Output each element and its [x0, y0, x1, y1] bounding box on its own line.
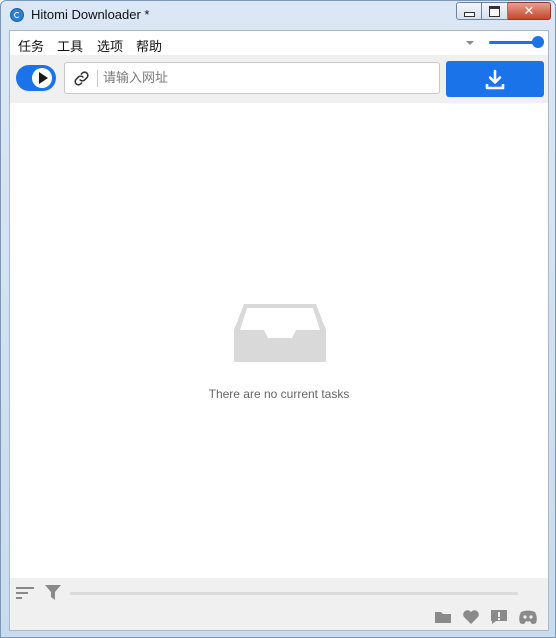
maximize-button[interactable]	[482, 2, 508, 20]
window-controls: ✕	[456, 2, 551, 20]
menu-options[interactable]: 选项	[97, 36, 123, 55]
play-toggle-button[interactable]	[16, 65, 56, 91]
discord-icon[interactable]	[518, 609, 538, 625]
url-field[interactable]	[64, 62, 440, 94]
status-bar	[10, 578, 548, 630]
client-area: 任务 工具 选项 帮助 请输入网址 There are no current t…	[9, 30, 549, 631]
menu-tools[interactable]: 工具	[57, 36, 83, 55]
filter-icon[interactable]	[45, 585, 61, 600]
close-icon: ✕	[523, 3, 535, 19]
sort-icon[interactable]	[16, 586, 34, 600]
minimize-icon	[463, 11, 475, 17]
window-title: Hitomi Downloader *	[31, 7, 150, 22]
minimize-button[interactable]	[456, 2, 482, 20]
volume-slider-handle[interactable]	[532, 36, 544, 48]
chevron-down-icon[interactable]	[466, 41, 474, 45]
inbox-tray-icon	[234, 304, 326, 362]
url-separator	[97, 70, 98, 87]
menu-tasks[interactable]: 任务	[18, 36, 44, 55]
download-button[interactable]	[446, 61, 544, 97]
folder-icon[interactable]	[434, 609, 452, 625]
play-icon	[39, 72, 48, 84]
heart-icon[interactable]	[462, 609, 480, 625]
url-input[interactable]	[103, 67, 423, 89]
app-window: Hitomi Downloader * ✕ 任务 工具 选项 帮助 请输入网址 …	[0, 0, 556, 638]
bottom-icon-group	[434, 609, 544, 627]
empty-state-message: There are no current tasks	[208, 387, 350, 401]
close-button[interactable]: ✕	[508, 2, 551, 20]
title-bar[interactable]: Hitomi Downloader * ✕	[1, 1, 556, 29]
feedback-icon[interactable]	[490, 609, 508, 625]
task-list-area: There are no current tasks	[10, 103, 548, 578]
play-toggle-knob	[32, 68, 52, 88]
menu-bar: 任务 工具 选项 帮助	[10, 31, 548, 55]
link-icon	[74, 71, 89, 86]
overall-progress-bar	[70, 592, 518, 595]
toolbar	[10, 55, 548, 103]
menu-help[interactable]: 帮助	[136, 36, 162, 55]
hitomi-app-icon[interactable]	[10, 8, 24, 22]
download-icon	[485, 69, 505, 90]
maximize-icon	[489, 5, 500, 17]
